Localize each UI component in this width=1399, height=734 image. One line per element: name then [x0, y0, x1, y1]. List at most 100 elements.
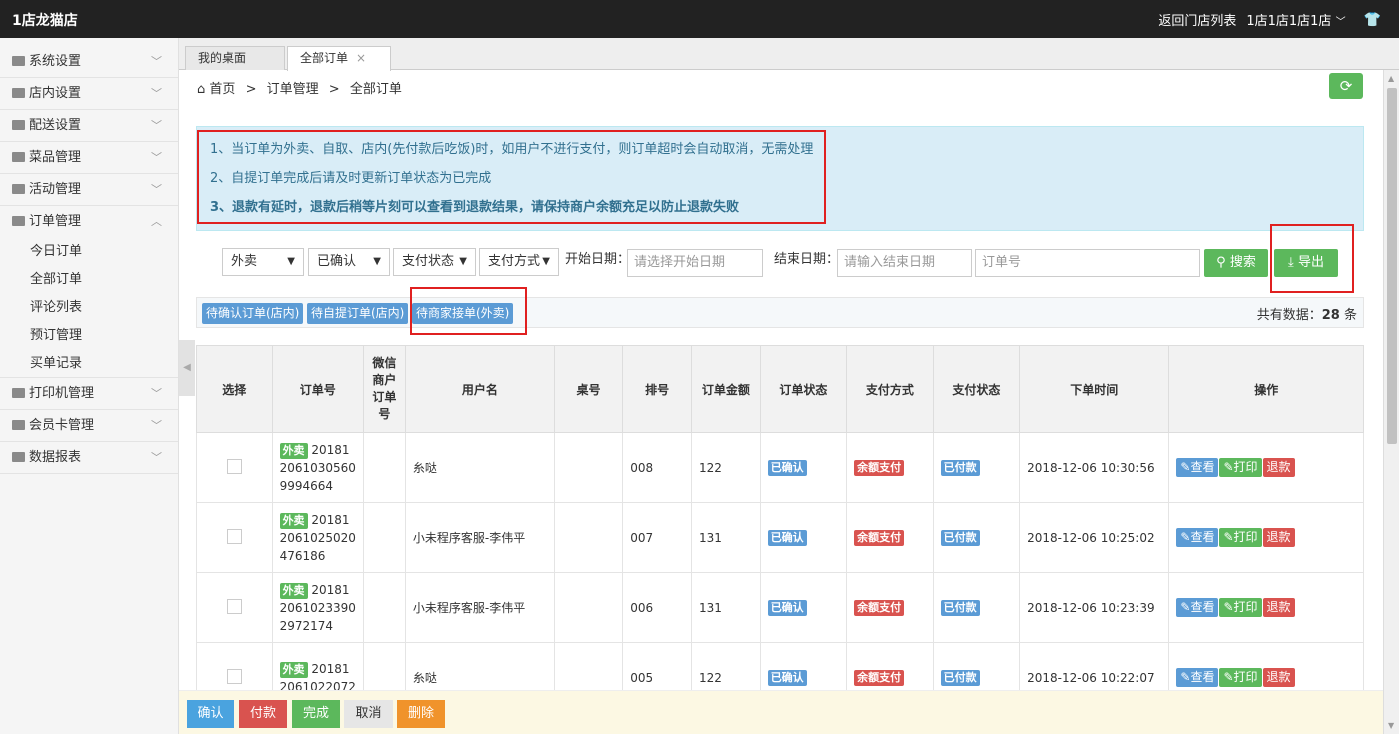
refresh-button[interactable]: ⟳	[1329, 73, 1363, 99]
col-pay-status: 支付状态	[932, 345, 1021, 433]
orders-table: 选择 订单号 微信商户订单号 用户名 桌号 排号 订单金额 订单状态 支付方式 …	[196, 345, 1364, 713]
username-cell: 小未程序客服-李伟平	[404, 502, 555, 573]
total-number: 28	[1321, 308, 1340, 323]
select-value: 支付方式	[488, 254, 541, 269]
order-status-badge: 已确认	[767, 669, 807, 686]
chevron-down-icon: ﹀	[1335, 17, 1346, 28]
refund-button[interactable]: 退款	[1262, 528, 1295, 547]
row-checkbox[interactable]	[226, 668, 242, 684]
tab-bar: 我的桌面 全部订单 ×	[179, 38, 1399, 71]
pay-method-select[interactable]: 支付方式 ▼	[479, 248, 559, 276]
print-button[interactable]: ✎打印	[1219, 528, 1262, 547]
sidebar-collapse-toggle[interactable]: ◀	[179, 340, 195, 396]
bulk-cancel-button[interactable]: 取消	[344, 700, 393, 728]
print-button[interactable]: ✎打印	[1219, 458, 1262, 477]
amount-cell: 131	[690, 572, 761, 643]
total-unit: 条	[1343, 308, 1357, 323]
print-button[interactable]: ✎打印	[1219, 668, 1262, 687]
refund-button[interactable]: 退款	[1262, 668, 1295, 687]
bulk-confirm-button[interactable]: 确认	[187, 700, 234, 728]
sidebar-item-delivery[interactable]: 配送设置 ﹀	[0, 110, 178, 142]
order-number-part: 20181	[311, 661, 350, 676]
sidebar-item-store[interactable]: 店内设置 ﹀	[0, 78, 178, 110]
order-number-input[interactable]: 订单号	[975, 249, 1200, 277]
sidebar-item-label: 会员卡管理	[29, 418, 95, 433]
col-actions: 操作	[1168, 345, 1364, 433]
image-icon	[12, 184, 25, 194]
image-icon	[12, 88, 25, 98]
refund-button[interactable]: 退款	[1262, 458, 1295, 477]
chart-icon	[12, 452, 25, 462]
table-header-row: 选择 订单号 微信商户订单号 用户名 桌号 排号 订单金额 订单状态 支付方式 …	[196, 345, 1364, 433]
refund-button[interactable]: 退款	[1262, 598, 1295, 617]
row-checkbox[interactable]	[226, 528, 242, 544]
tab-desktop[interactable]: 我的桌面	[185, 46, 285, 70]
store-name: 1店1店1店1店	[1246, 14, 1332, 29]
sidebar-item-dishes[interactable]: 菜品管理 ﹀	[0, 142, 178, 174]
pay-status-badge: 已付款	[940, 529, 980, 546]
search-button[interactable]: ⚲ 搜索	[1204, 249, 1268, 277]
sidebar-subitem-reservations[interactable]: 预订管理	[0, 322, 178, 350]
close-icon[interactable]: ×	[356, 51, 366, 65]
col-wechat-order-no: 微信商户订单号	[362, 345, 406, 433]
order-type-select[interactable]: 外卖 ▼	[222, 248, 304, 276]
sidebar-subitem-all-orders[interactable]: 全部订单	[0, 266, 178, 294]
breadcrumb-order-management[interactable]: 订单管理	[267, 82, 319, 97]
breadcrumb-separator: >	[245, 82, 257, 97]
pay-method-badge: 余额支付	[854, 669, 905, 686]
order-number-part: 20181	[311, 512, 350, 527]
chevron-down-icon: ﹀	[151, 419, 162, 432]
col-pay-method: 支付方式	[846, 345, 934, 433]
print-button[interactable]: ✎打印	[1219, 598, 1262, 617]
bulk-pay-button[interactable]: 付款	[239, 700, 287, 728]
view-button[interactable]: ✎查看	[1176, 528, 1219, 547]
sidebar-item-orders[interactable]: 订单管理 ︿	[0, 206, 178, 238]
order-number-part: 20181	[311, 442, 350, 457]
start-date-label: 开始日期：	[565, 252, 631, 267]
col-order-time: 下单时间	[1019, 345, 1170, 433]
confirm-status-select[interactable]: 已确认 ▼	[308, 248, 390, 276]
scroll-up-icon[interactable]: ▲	[1388, 74, 1394, 83]
tshirt-icon[interactable]: 👕	[1364, 12, 1381, 28]
sidebar-subitem-bill-records[interactable]: 买单记录	[0, 350, 178, 378]
bulk-action-bar: 确认 付款 完成 取消 删除	[179, 690, 1383, 734]
store-switcher[interactable]: 1店1店1店1店 ﹀	[1246, 10, 1345, 29]
scroll-down-icon[interactable]: ▼	[1388, 721, 1394, 730]
end-date-input[interactable]: 请输入结束日期	[837, 249, 972, 277]
order-number-part: 2972174	[279, 618, 334, 633]
view-button[interactable]: ✎查看	[1176, 598, 1219, 617]
sidebar-item-system[interactable]: 系统设置 ﹀	[0, 46, 178, 78]
sidebar-subitem-reviews[interactable]: 评论列表	[0, 294, 178, 322]
start-date-input[interactable]: 请选择开始日期	[627, 249, 763, 277]
order-time-cell: 2018-12-06 10:25:02	[1019, 502, 1170, 573]
view-button[interactable]: ✎查看	[1176, 668, 1219, 687]
tab-label: 我的桌面	[198, 51, 247, 65]
sidebar-item-reports[interactable]: 数据报表 ﹀	[0, 442, 178, 474]
sidebar: 系统设置 ﹀ 店内设置 ﹀ 配送设置 ﹀ 菜品管理 ﹀ 活动管理 ﹀ 订单管理 ︿ 今日订单…	[0, 38, 179, 734]
printer-icon	[12, 388, 25, 398]
table-row: 外卖 20181 2061025020 476186 小未程序客服-李伟平 007 …	[196, 502, 1364, 573]
pencil-icon: ✎	[1180, 600, 1191, 614]
breadcrumb-home[interactable]: 首页	[209, 82, 235, 97]
sidebar-item-printers[interactable]: 打印机管理 ﹀	[0, 378, 178, 410]
row-checkbox[interactable]	[226, 458, 242, 474]
tab-all-orders[interactable]: 全部订单 ×	[287, 46, 391, 71]
pay-status-select[interactable]: 支付状态 ▼	[393, 248, 476, 276]
vertical-scrollbar[interactable]: ▲ ▼	[1383, 70, 1399, 734]
pencil-icon: ✎	[1223, 670, 1234, 684]
sidebar-item-membership[interactable]: 会员卡管理 ﹀	[0, 410, 178, 442]
truck-icon	[12, 120, 25, 130]
bulk-delete-button[interactable]: 删除	[397, 700, 445, 728]
username-cell: 小未程序客服-李伟平	[404, 572, 555, 643]
view-button[interactable]: ✎查看	[1176, 458, 1219, 477]
sidebar-item-activity[interactable]: 活动管理 ﹀	[0, 174, 178, 206]
home-icon: ⌂	[197, 82, 206, 97]
back-to-stores-link[interactable]: 返回门店列表	[1158, 10, 1236, 29]
wechat-order-no-cell	[362, 502, 406, 573]
sidebar-subitem-today-orders[interactable]: 今日订单	[0, 238, 178, 266]
row-checkbox[interactable]	[226, 598, 242, 614]
pending-confirm-dinein-button[interactable]: 待确认订单(店内)	[202, 303, 304, 324]
scrollbar-thumb[interactable]	[1387, 88, 1397, 444]
pending-pickup-dinein-button[interactable]: 待自提订单(店内)	[307, 303, 409, 324]
bulk-complete-button[interactable]: 完成	[292, 700, 340, 728]
